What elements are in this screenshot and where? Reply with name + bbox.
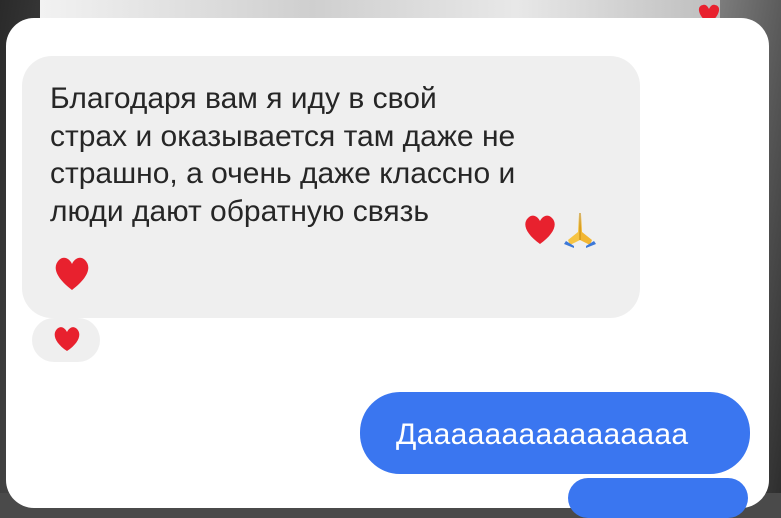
heart-emoji (55, 257, 89, 290)
folded-hands-emoji (564, 213, 596, 248)
incoming-message-text: Благодаря вам я иду в свой страх и оказы… (50, 82, 516, 228)
outgoing-message-text: Даааааааааааааааа (396, 418, 689, 451)
outgoing-message-bubble-partial[interactable] (568, 478, 748, 518)
heart-emoji (54, 327, 80, 351)
heart-emoji (525, 215, 555, 244)
